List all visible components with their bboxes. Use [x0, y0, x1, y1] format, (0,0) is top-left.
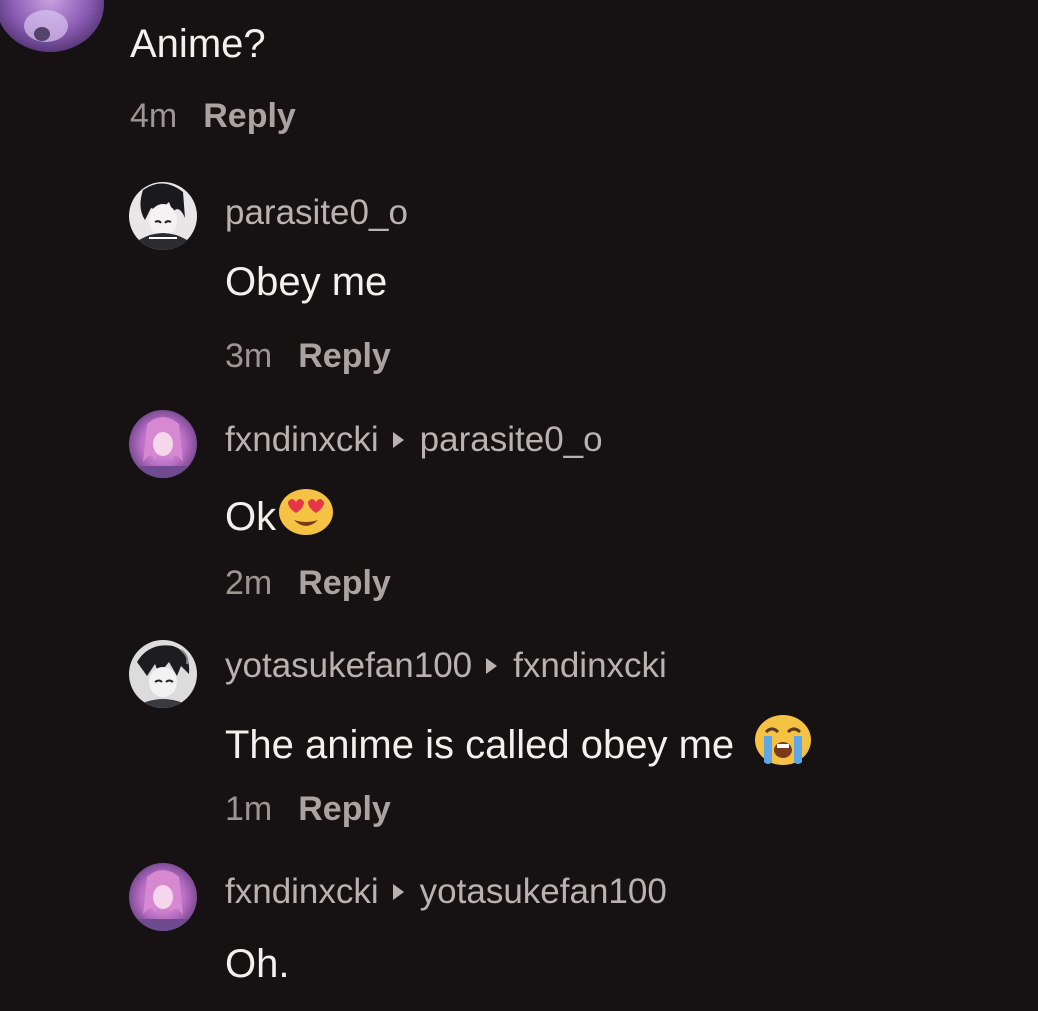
reply-arrow-icon	[486, 657, 498, 674]
reply-meta: 2m Reply	[225, 563, 391, 603]
reply-header: parasite0_o	[225, 192, 408, 234]
username[interactable]: fxndinxcki	[225, 420, 379, 459]
reply-arrow-icon	[392, 883, 404, 900]
reply-to-username[interactable]: yotasukefan100	[420, 872, 667, 911]
top-comment-meta: 4m Reply	[130, 96, 296, 136]
username[interactable]: fxndinxcki	[225, 872, 379, 911]
reply-arrow-icon	[392, 431, 404, 448]
fxndinxcki-avatar[interactable]	[129, 863, 197, 931]
heart-eyes-emoji-icon	[278, 488, 334, 547]
reply-header: yotasukefan100 fxndinxcki	[225, 645, 667, 687]
reply-button[interactable]: Reply	[298, 564, 391, 602]
reply-button[interactable]: Reply	[203, 97, 296, 135]
fxndinxcki-avatar[interactable]	[129, 410, 197, 478]
loudly-crying-emoji-icon	[754, 714, 812, 777]
reply-text-content: The anime is called obey me	[225, 723, 735, 768]
comment-thread: Anime? 4m Reply parasite0_o Obey me 3m Rep…	[0, 0, 1038, 1011]
comment-time: 3m	[225, 337, 273, 375]
comment-time: 1m	[225, 790, 273, 828]
reply-to-username[interactable]: parasite0_o	[420, 420, 603, 459]
reply-text: Obey me	[225, 260, 388, 304]
reply-header: fxndinxcki yotasukefan100	[225, 871, 667, 913]
reply-text: The anime is called obey me	[225, 714, 812, 779]
username[interactable]: yotasukefan100	[225, 646, 472, 685]
reply-meta: 3m Reply	[225, 336, 391, 376]
reply-text: Oh.	[225, 942, 290, 986]
top-comment-avatar[interactable]	[0, 0, 104, 52]
username[interactable]: parasite0_o	[225, 193, 408, 232]
yotasukefan-avatar[interactable]	[129, 640, 197, 708]
parasite-avatar[interactable]	[129, 182, 197, 250]
reply-button[interactable]: Reply	[298, 337, 391, 375]
comment-time: 4m	[130, 97, 178, 135]
top-comment-text: Anime?	[130, 22, 266, 66]
reply-text-content: Ok	[225, 495, 277, 540]
reply-to-username[interactable]: fxndinxcki	[513, 646, 667, 685]
reply-text: Ok	[225, 488, 334, 549]
reply-header: fxndinxcki parasite0_o	[225, 419, 603, 461]
comment-time: 2m	[225, 564, 273, 602]
reply-meta: 1m Reply	[225, 789, 391, 829]
reply-button[interactable]: Reply	[298, 790, 391, 828]
